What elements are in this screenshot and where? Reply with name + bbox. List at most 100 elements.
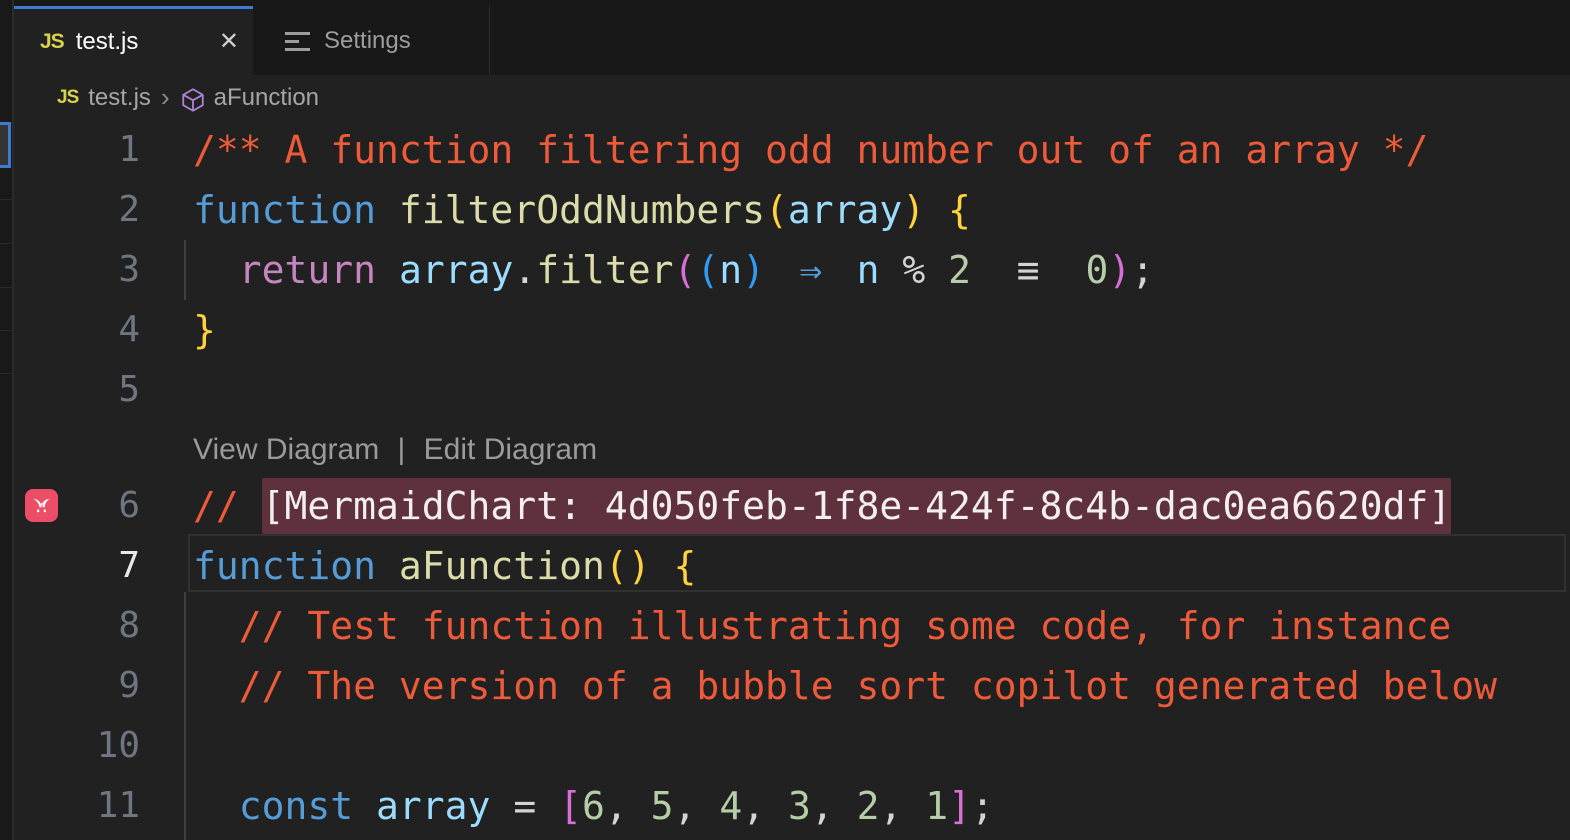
line-number[interactable]: 3 [14, 240, 140, 300]
token-punct: , [605, 784, 651, 828]
token-b2: ( [674, 248, 697, 292]
token-keyword: const [239, 784, 353, 828]
code-text[interactable]: } [193, 300, 216, 360]
token-num: 5 [651, 784, 674, 828]
side-panel-selected-row[interactable] [0, 122, 11, 168]
line-number[interactable]: 8 [14, 596, 140, 656]
token-b1: ) [902, 188, 925, 232]
token-punct [536, 784, 559, 828]
token-punct [879, 248, 902, 292]
code-line-4[interactable]: 4} [14, 300, 1570, 360]
code-text[interactable]: // [MermaidChart: 4d050feb-1f8e-424f-8c4… [193, 476, 1451, 536]
line-number[interactable]: 7 [14, 536, 140, 596]
token-punct [765, 248, 788, 292]
js-file-icon: JS [40, 30, 64, 54]
code-line-9[interactable]: 9 // The version of a bubble sort copilo… [14, 656, 1570, 716]
token-punct [971, 248, 994, 292]
token-punct [193, 604, 239, 648]
line-number[interactable]: 9 [14, 656, 140, 716]
token-var: n [857, 248, 880, 292]
codelens: View Diagram | Edit Diagram [193, 424, 597, 476]
token-arrow: ⇒ [788, 240, 834, 300]
tab-testjs-label: test.js [76, 28, 139, 56]
token-punct [353, 784, 376, 828]
side-panel-row-divider [0, 243, 12, 244]
token-b2: ] [948, 784, 971, 828]
codelens-view-diagram-link[interactable]: View Diagram [193, 433, 379, 466]
side-panel-row-divider [0, 373, 12, 374]
token-num: 4 [719, 784, 742, 828]
code-line-3[interactable]: 3 return array.filter((n) ⇒ n % 2 ≡ 0); [14, 240, 1570, 300]
code-line-10[interactable]: 10 [14, 716, 1570, 776]
code-text[interactable]: return array.filter((n) ⇒ n % 2 ≡ 0); [193, 240, 1154, 300]
code-text[interactable]: function filterOddNumbers(array) { [193, 180, 971, 240]
token-punct [925, 188, 948, 232]
token-punct [193, 248, 239, 292]
codelens-divider: | [398, 433, 406, 466]
token-var: array [788, 188, 902, 232]
side-panel-row-divider [0, 330, 12, 331]
line-number[interactable]: 4 [14, 300, 140, 360]
token-b2: ) [1108, 248, 1131, 292]
line-number[interactable]: 2 [14, 180, 140, 240]
settings-list-icon [285, 31, 310, 51]
token-punct: ; [1131, 248, 1154, 292]
code-text[interactable]: /** A function filtering odd number out … [193, 120, 1428, 180]
token-punct: , [811, 784, 857, 828]
tab-testjs[interactable]: JS test.js ✕ [14, 6, 253, 75]
token-num: 0 [1085, 248, 1108, 292]
code-text[interactable]: const array = [6, 5, 4, 3, 2, 1]; [193, 776, 994, 836]
code-line-11[interactable]: 11 const array = [6, 5, 4, 3, 2, 1]; [14, 776, 1570, 836]
token-punct [925, 248, 948, 292]
code-line-8[interactable]: 8 // Test function illustrating some cod… [14, 596, 1570, 656]
token-punct [1063, 248, 1086, 292]
close-tab-icon[interactable]: ✕ [219, 30, 239, 54]
side-panel-row-divider [0, 287, 12, 288]
token-punct [193, 784, 239, 828]
codelens-edit-diagram-link[interactable]: Edit Diagram [424, 433, 597, 466]
code-line-2[interactable]: 2 function filterOddNumbers(array) { [14, 180, 1570, 240]
token-punct [490, 784, 513, 828]
tab-settings[interactable]: Settings [253, 6, 490, 75]
token-punct: = [513, 784, 536, 828]
token-var: n [719, 248, 742, 292]
tab-bar: JS test.js ✕ Settings [14, 0, 1570, 75]
line-number[interactable]: 1 [14, 120, 140, 180]
token-punct [376, 188, 399, 232]
breadcrumb-symbol[interactable]: aFunction [214, 84, 319, 112]
code-text[interactable]: function aFunction() { [193, 536, 696, 596]
token-func: aFunction [399, 544, 605, 588]
breadcrumb-file[interactable]: test.js [88, 84, 151, 112]
line-number[interactable]: 11 [14, 776, 140, 836]
line-number[interactable]: 5 [14, 360, 140, 420]
token-comment: // Test function illustrating some code,… [239, 604, 1452, 648]
token-punct: ; [971, 784, 994, 828]
token-punct [376, 544, 399, 588]
token-hl: [MermaidChart: 4d050feb-1f8e-424f-8c4b-d… [262, 478, 1452, 534]
token-b1: ( [605, 544, 628, 588]
token-num: 6 [582, 784, 605, 828]
token-b3: ( [696, 248, 719, 292]
code-text[interactable]: // Test function illustrating some code,… [193, 596, 1451, 656]
side-panel-sliver [0, 0, 14, 840]
line-number[interactable]: 10 [14, 716, 140, 776]
code-line-5[interactable]: 5 [14, 360, 1570, 420]
token-punct: ≡ [994, 240, 1063, 300]
code-line-7[interactable]: 7 function aFunction() { [14, 536, 1570, 596]
code-line-6[interactable]: 6// [MermaidChart: 4d050feb-1f8e-424f-8c… [14, 476, 1570, 536]
token-comment: // The version of a bubble sort copilot … [239, 664, 1497, 708]
token-b1: ) [628, 544, 651, 588]
editor[interactable]: View Diagram | Edit Diagram 1 /** A funct… [14, 120, 1570, 840]
token-punct: , [742, 784, 788, 828]
token-punct [651, 544, 674, 588]
tab-settings-label: Settings [324, 27, 411, 55]
token-num: 2 [857, 784, 880, 828]
code-line-1[interactable]: 1 /** A function filtering odd number out… [14, 120, 1570, 180]
token-func: filter [536, 248, 673, 292]
token-comment: /** A function filtering odd number out … [193, 128, 1428, 172]
token-func: filterOddNumbers [399, 188, 765, 232]
token-b1: { [948, 188, 971, 232]
token-punct: % [902, 248, 925, 292]
mermaid-gutter-icon[interactable] [25, 489, 58, 522]
code-text[interactable]: // The version of a bubble sort copilot … [193, 656, 1497, 716]
